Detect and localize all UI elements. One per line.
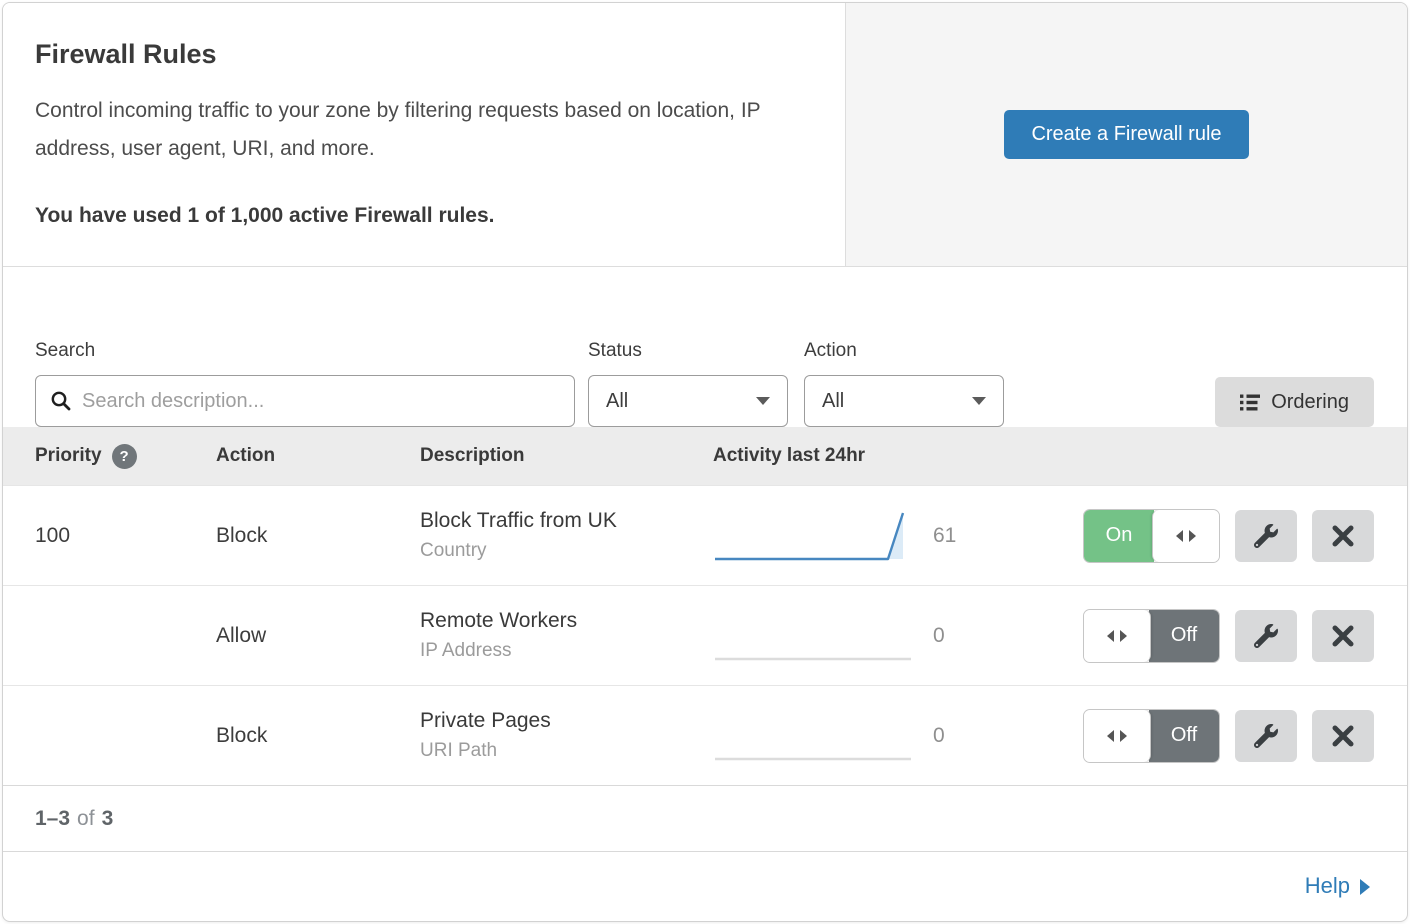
list-ordering-icon [1240, 394, 1260, 411]
delete-rule-button[interactable] [1312, 610, 1374, 662]
edit-rule-button[interactable] [1235, 710, 1297, 762]
search-label: Search [35, 340, 575, 362]
column-priority: Priority ? [35, 444, 216, 469]
pagination-range: 1–3 [35, 807, 70, 831]
usage-note: You have used 1 of 1,000 active Firewall… [35, 204, 811, 228]
rule-description-cell: Remote Workers IP Address [420, 609, 713, 662]
activity-count: 0 [933, 624, 1008, 648]
pagination-bar: 1–3 of 3 [3, 785, 1407, 851]
rule-match-type: URI Path [420, 740, 713, 762]
filter-bar: Search Status All Action All [3, 267, 1407, 427]
page-description: Control incoming traffic to your zone by… [35, 92, 810, 168]
chevron-down-icon [756, 397, 770, 405]
rule-priority: 100 [35, 524, 216, 548]
sparkline-chart [713, 707, 913, 765]
rule-action: Allow [216, 624, 420, 648]
chevron-down-icon [972, 397, 986, 405]
ordering-button-label: Ordering [1271, 391, 1349, 414]
column-activity: Activity last 24hr [713, 445, 865, 467]
edit-rule-button[interactable] [1235, 610, 1297, 662]
search-input[interactable] [82, 390, 560, 413]
toggle-state-label: On [1084, 510, 1154, 562]
page-header: Firewall Rules Control incoming traffic … [3, 3, 1407, 267]
column-description: Description [420, 445, 713, 467]
rule-match-type: IP Address [420, 640, 713, 662]
toggle-knob-icon [1152, 510, 1219, 562]
rule-description[interactable]: Remote Workers [420, 609, 713, 633]
activity-sparkline [713, 607, 933, 665]
rule-controls: Off [1083, 609, 1407, 663]
activity-sparkline [713, 507, 933, 565]
table-header-row: Priority ? Action Description Activity l… [3, 427, 1407, 485]
page-title: Firewall Rules [35, 39, 811, 70]
rule-description[interactable]: Block Traffic from UK [420, 509, 713, 533]
rule-description-cell: Private Pages URI Path [420, 709, 713, 762]
table-row: 100 Block Block Traffic from UK Country … [3, 485, 1407, 585]
wrench-icon [1254, 724, 1278, 748]
toggle-knob-icon [1084, 710, 1151, 762]
activity-count: 61 [933, 524, 1008, 548]
status-select[interactable]: All [588, 375, 788, 427]
wrench-icon [1254, 524, 1278, 548]
create-firewall-rule-button[interactable]: Create a Firewall rule [1004, 110, 1248, 159]
arrow-right-icon [1360, 879, 1370, 895]
priority-header-label: Priority [35, 445, 102, 467]
wrench-icon [1254, 624, 1278, 648]
rule-enabled-toggle[interactable]: Off [1083, 709, 1220, 763]
rule-description-cell: Block Traffic from UK Country [420, 509, 713, 562]
column-action: Action [216, 445, 420, 467]
activity-count: 0 [933, 724, 1008, 748]
delete-rule-button[interactable] [1312, 510, 1374, 562]
close-icon [1332, 625, 1354, 647]
rule-controls: Off [1083, 709, 1407, 763]
rule-match-type: Country [420, 540, 713, 562]
action-selected-value: All [822, 390, 844, 413]
action-label: Action [804, 340, 1004, 362]
table-row: Block Private Pages URI Path 0 Off [3, 685, 1407, 785]
toggle-knob-icon [1084, 610, 1151, 662]
sparkline-chart [713, 507, 913, 565]
search-icon [50, 390, 72, 412]
help-link-label: Help [1305, 873, 1350, 899]
search-group: Search [35, 340, 575, 427]
toggle-state-label: Off [1149, 710, 1219, 762]
help-bar: Help [3, 851, 1407, 920]
status-selected-value: All [606, 390, 628, 413]
close-icon [1332, 525, 1354, 547]
rule-enabled-toggle[interactable]: Off [1083, 609, 1220, 663]
rule-controls: On [1083, 509, 1407, 563]
rule-description[interactable]: Private Pages [420, 709, 713, 733]
rule-action: Block [216, 724, 420, 748]
firewall-rules-card: Firewall Rules Control incoming traffic … [2, 2, 1408, 922]
rule-action: Block [216, 524, 420, 548]
priority-help-icon[interactable]: ? [112, 444, 137, 469]
search-box[interactable] [35, 375, 575, 427]
edit-rule-button[interactable] [1235, 510, 1297, 562]
status-filter-group: Status All [588, 340, 788, 427]
rule-enabled-toggle[interactable]: On [1083, 509, 1220, 563]
action-filter-group: Action All [804, 340, 1004, 427]
toggle-state-label: Off [1149, 610, 1219, 662]
close-icon [1332, 725, 1354, 747]
activity-sparkline [713, 707, 933, 765]
action-select[interactable]: All [804, 375, 1004, 427]
pagination-of: of [77, 807, 95, 831]
status-label: Status [588, 340, 788, 362]
header-action-panel: Create a Firewall rule [846, 3, 1407, 266]
delete-rule-button[interactable] [1312, 710, 1374, 762]
pagination-total: 3 [102, 807, 114, 831]
table-row: Allow Remote Workers IP Address 0 Off [3, 585, 1407, 685]
header-text-panel: Firewall Rules Control incoming traffic … [3, 3, 846, 266]
help-link[interactable]: Help [1305, 873, 1370, 899]
ordering-button[interactable]: Ordering [1215, 377, 1374, 427]
sparkline-chart [713, 607, 913, 665]
